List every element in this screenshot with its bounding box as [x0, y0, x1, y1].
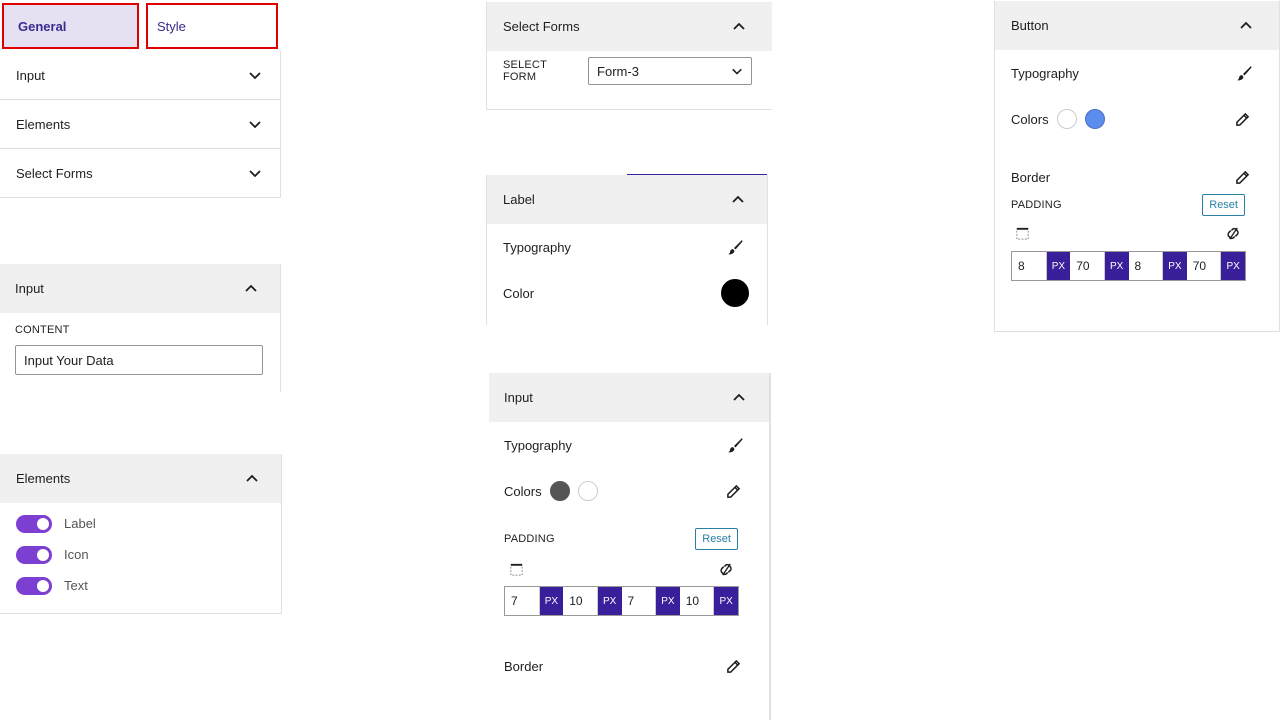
chevron-down-icon	[249, 72, 261, 80]
chevron-down-icon	[732, 68, 742, 75]
padding-bottom-input[interactable]: 8	[1129, 252, 1164, 280]
colors-label: Colors	[1011, 111, 1049, 127]
elements-panel: Elements Label Icon Text	[0, 454, 282, 614]
link-icon[interactable]	[717, 562, 736, 577]
chevron-up-icon	[733, 22, 745, 30]
chevron-up-icon	[732, 195, 744, 203]
tab-style[interactable]: Style	[146, 3, 278, 49]
elements-panel-header[interactable]: Elements	[0, 454, 281, 503]
panel-title: Button	[1011, 18, 1049, 33]
toggle-label: Label	[64, 516, 96, 531]
chevron-up-icon	[1240, 21, 1252, 29]
general-accordion: Input Elements Select Forms	[0, 51, 281, 198]
pencil-icon[interactable]	[726, 659, 741, 674]
pencil-icon[interactable]	[1235, 170, 1250, 185]
content-input[interactable]	[15, 345, 263, 375]
tab-style-label: Style	[157, 18, 186, 34]
padding-unit[interactable]: PX	[597, 587, 622, 615]
padding-left-input[interactable]: 10	[680, 587, 715, 615]
pencil-icon[interactable]	[1235, 112, 1250, 127]
accordion-item-label: Input	[16, 67, 45, 83]
padding-right-input[interactable]: 70	[1070, 252, 1105, 280]
tab-general-label: General	[18, 18, 67, 34]
chevron-down-icon	[249, 170, 261, 178]
toggle-label: Text	[64, 578, 88, 593]
padding-top-input[interactable]: 7	[505, 587, 540, 615]
chevron-down-icon	[249, 121, 261, 129]
padding-unit[interactable]: PX	[1221, 252, 1245, 280]
label-toggle[interactable]	[16, 514, 52, 533]
padding-input-group: 7 PX 10 PX 7 PX 10 PX	[504, 586, 739, 616]
panel-title: Input	[504, 390, 533, 405]
typography-label: Typography	[504, 437, 572, 453]
label-panel-header[interactable]: Label	[487, 175, 767, 224]
label-color-swatch[interactable]	[721, 279, 749, 307]
padding-bottom-input[interactable]: 7	[622, 587, 657, 615]
text-toggle[interactable]	[16, 576, 52, 595]
accordion-item-label: Select Forms	[16, 165, 93, 181]
label-panel: Label Typography Color	[486, 175, 768, 325]
padding-label: PADDING	[1011, 199, 1062, 211]
input-panel: Input CONTENT	[0, 264, 281, 392]
panel-title: Label	[503, 192, 535, 207]
chevron-up-icon	[245, 284, 257, 292]
link-icon[interactable]	[1224, 226, 1243, 241]
padding-unit[interactable]: PX	[656, 587, 680, 615]
text-color-swatch[interactable]	[549, 481, 570, 501]
padding-label: PADDING	[504, 533, 555, 545]
button-panel: Button Typography Colors Border PADDING …	[994, 1, 1280, 332]
box-sides-icon[interactable]	[509, 562, 524, 577]
accordion-item-label: Elements	[16, 116, 71, 132]
padding-left-input[interactable]: 70	[1187, 252, 1222, 280]
brush-icon[interactable]	[727, 239, 743, 255]
border-label: Border	[504, 658, 544, 674]
colors-label: Colors	[504, 483, 542, 499]
select-forms-panel: Select Forms SELECT FORM Form-3	[486, 2, 772, 110]
typography-label: Typography	[503, 239, 571, 255]
style-input-header[interactable]: Input	[489, 373, 769, 422]
text-color-swatch[interactable]	[1056, 109, 1077, 129]
brush-icon[interactable]	[1236, 65, 1252, 81]
background-color-swatch[interactable]	[577, 481, 598, 501]
padding-unit[interactable]: PX	[1046, 252, 1071, 280]
padding-reset-button[interactable]: Reset	[695, 528, 738, 550]
padding-input-group: 8 PX 70 PX 8 PX 70 PX	[1011, 251, 1246, 281]
padding-unit[interactable]: PX	[1163, 252, 1187, 280]
select-form-value: Form-3	[597, 63, 639, 79]
select-form-label: SELECT FORM	[503, 59, 547, 83]
toggle-row-text: Text	[0, 570, 281, 601]
brush-icon[interactable]	[727, 437, 743, 453]
padding-top-input[interactable]: 8	[1012, 252, 1047, 280]
tab-general[interactable]: General	[2, 3, 139, 49]
padding-unit[interactable]: PX	[714, 587, 738, 615]
input-panel-header[interactable]: Input	[0, 264, 280, 313]
box-sides-icon[interactable]	[1015, 226, 1030, 241]
padding-unit[interactable]: PX	[539, 587, 564, 615]
select-forms-header[interactable]: Select Forms	[487, 2, 772, 51]
panel-title: Input	[15, 281, 44, 296]
style-input-panel: Input Typography Colors PADDING Reset 7 …	[489, 373, 771, 720]
content-label: CONTENT	[15, 324, 70, 336]
color-label: Color	[503, 285, 535, 301]
select-form-dropdown[interactable]: Form-3	[588, 57, 752, 85]
button-panel-header[interactable]: Button	[995, 1, 1279, 50]
padding-right-input[interactable]: 10	[563, 587, 598, 615]
panel-title: Elements	[16, 471, 71, 486]
toggle-row-label: Label	[0, 508, 281, 539]
chevron-up-icon	[733, 393, 745, 401]
padding-reset-button[interactable]: Reset	[1202, 194, 1245, 216]
padding-unit[interactable]: PX	[1104, 252, 1129, 280]
chevron-up-icon	[246, 474, 258, 482]
panel-title: Select Forms	[503, 19, 580, 34]
toggle-label: Icon	[64, 547, 89, 562]
pencil-icon[interactable]	[726, 484, 741, 499]
typography-label: Typography	[1011, 65, 1079, 81]
icon-toggle[interactable]	[16, 545, 52, 564]
background-color-swatch[interactable]	[1084, 109, 1105, 129]
toggle-row-icon: Icon	[0, 539, 281, 570]
border-label: Border	[1011, 169, 1051, 185]
accordion-item-elements[interactable]: Elements	[0, 100, 280, 149]
accordion-item-input[interactable]: Input	[0, 51, 280, 100]
accordion-item-select-forms[interactable]: Select Forms	[0, 149, 280, 198]
